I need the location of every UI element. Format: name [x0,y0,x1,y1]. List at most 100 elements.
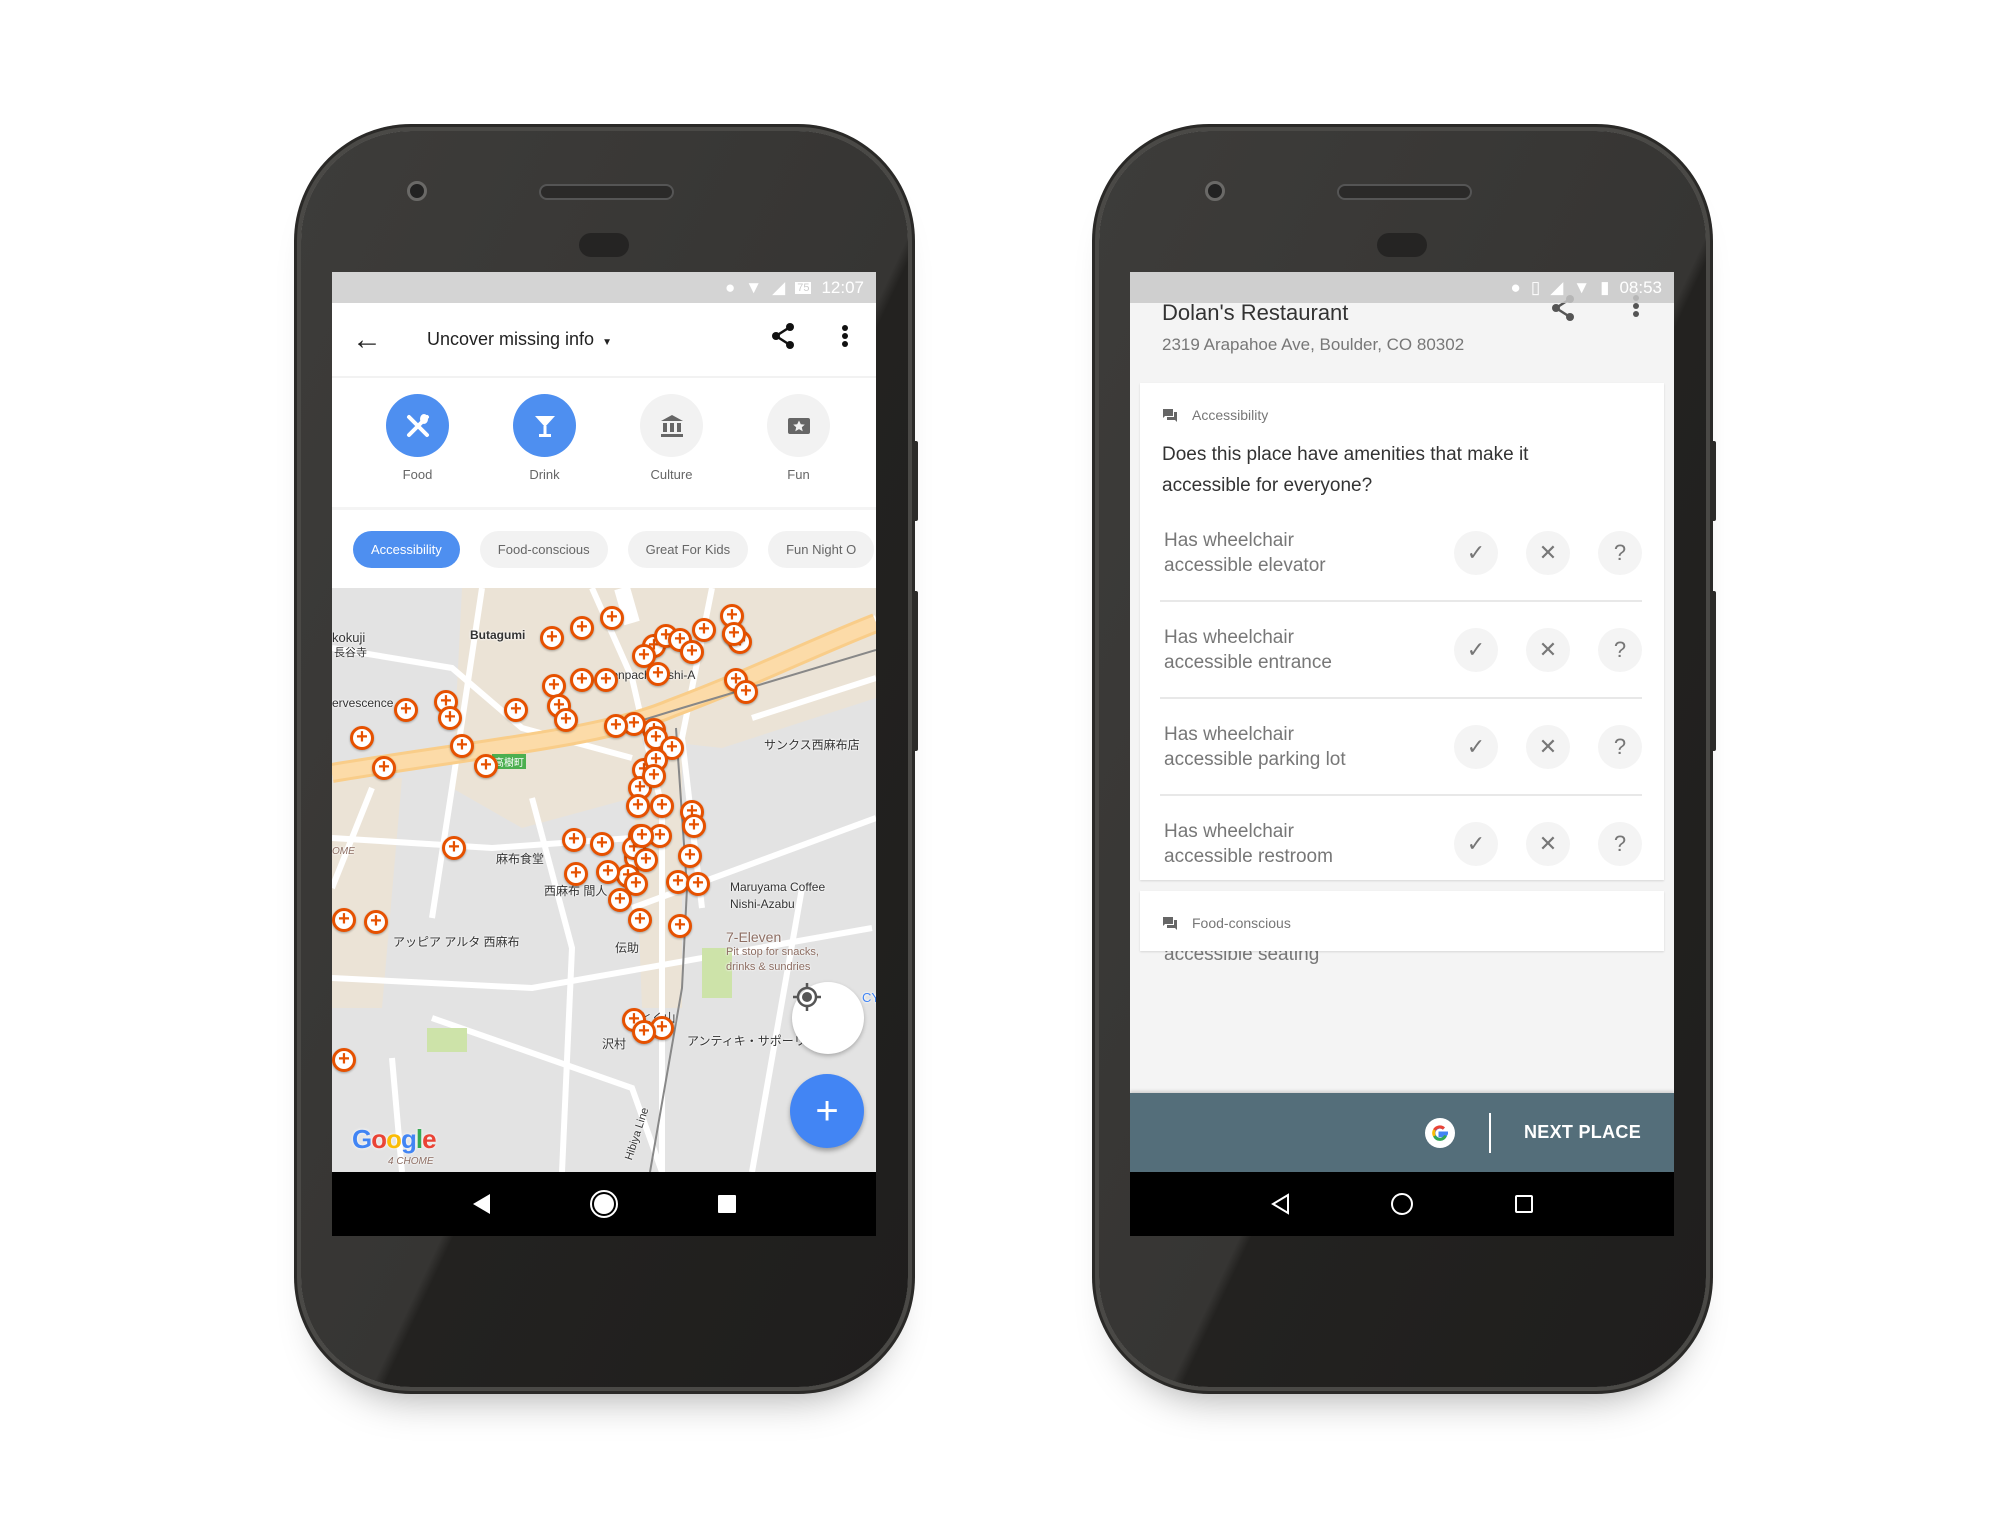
add-info-pin[interactable]: + [650,794,674,818]
front-camera [407,181,427,201]
add-info-pin[interactable]: + [438,706,462,730]
amenity-row: Has wheelchair accessible parking lot ✓ ✕? [1160,699,1642,796]
chip-fun-night-out[interactable]: Fun Night O [768,530,875,568]
amenity-line1: Has wheelchair [1164,529,1294,551]
power-button [912,441,918,521]
amenity-row: Has wheelchair accessible restroom ✓ ✕? [1160,796,1642,893]
my-location-button[interactable] [792,982,864,1054]
add-info-pin[interactable]: + [554,708,578,732]
category-drink[interactable]: Drink [481,378,608,507]
add-info-pin[interactable]: + [630,824,654,848]
answer-unsure-button[interactable]: ? [1598,627,1642,672]
add-info-pin[interactable]: + [632,1020,656,1044]
add-info-pin[interactable]: + [350,726,374,750]
nav-back-icon[interactable] [1269,1192,1291,1216]
amenity-label: Has wheelchair accessible restroom [1160,819,1426,869]
chip-accessibility[interactable]: Accessibility [353,530,460,568]
category-food[interactable]: Food [354,378,481,507]
add-info-pin[interactable]: + [332,1048,356,1072]
answer-yes-button[interactable]: ✓ [1454,627,1498,672]
add-info-pin[interactable]: + [372,756,396,780]
add-info-pin[interactable]: + [570,668,594,692]
clock: 08:53 [1619,277,1662,297]
category-culture[interactable]: Culture [608,378,735,507]
add-info-pin[interactable]: + [570,616,594,640]
answer-no-button[interactable]: ✕ [1526,821,1570,866]
add-info-pin[interactable]: + [604,714,628,738]
add-info-pin[interactable]: + [600,606,624,630]
more-vert-icon[interactable] [814,324,876,355]
add-info-pin[interactable]: + [686,872,710,896]
share-icon[interactable] [752,322,814,357]
add-info-pin[interactable]: + [364,910,388,934]
nav-home-icon[interactable] [1389,1191,1415,1217]
amenity-label: Has wheelchair accessible elevator [1160,528,1426,578]
add-info-pin[interactable]: + [678,844,702,868]
add-info-pin[interactable]: + [628,908,652,932]
add-info-pin[interactable]: + [590,832,614,856]
map-label: サンクス西麻布店 [764,738,860,752]
volume-button [912,591,918,751]
add-info-pin[interactable]: + [332,908,356,932]
map-view[interactable]: kokuji 長谷寺 Butagumi Gonpachi Nishi-A erv… [332,588,876,1172]
chip-food-conscious[interactable]: Food-conscious [479,530,608,568]
mode-dropdown[interactable]: Uncover missing info ▼ [427,329,752,350]
add-info-pin[interactable]: + [646,662,670,686]
card-section: Accessibility [1140,383,1664,423]
answer-yes-button[interactable]: ✓ [1454,724,1498,769]
museum-icon [640,394,703,457]
add-info-pin[interactable]: + [450,734,474,758]
next-place-button[interactable]: NEXT PLACE [1524,1122,1641,1143]
add-info-pin[interactable]: + [634,848,658,872]
add-info-pin[interactable]: + [562,828,586,852]
add-info-pin[interactable]: + [504,698,528,722]
add-info-pin[interactable]: + [692,618,716,642]
nav-back-icon[interactable] [470,1192,492,1216]
answer-yes-button[interactable]: ✓ [1454,530,1498,575]
category-label: Drink [529,467,560,482]
category-fun[interactable]: Fun [735,378,862,507]
add-info-pin[interactable]: + [722,622,746,646]
map-label: kokuji [332,630,366,645]
map-label: Nishi-Azabu [730,897,795,911]
add-info-pin[interactable]: + [626,794,650,818]
add-info-pin[interactable]: + [564,862,588,886]
add-info-pin[interactable]: + [540,626,564,650]
answer-no-button[interactable]: ✕ [1526,627,1570,672]
add-info-pin[interactable]: + [608,888,632,912]
answer-unsure-button[interactable]: ? [1598,724,1642,769]
answer-yes-button[interactable]: ✓ [1454,821,1498,866]
answer-unsure-button[interactable]: ? [1598,821,1642,866]
food-conscious-card[interactable]: Food-conscious [1140,891,1664,951]
add-info-pin[interactable]: + [734,680,758,704]
add-info-pin[interactable]: + [682,814,706,838]
map-label: 4 CHOME [388,1156,434,1167]
add-info-pin[interactable]: + [442,836,466,860]
answer-no-button[interactable]: ✕ [1526,724,1570,769]
answer-no-button[interactable]: ✕ [1526,530,1570,575]
add-info-pin[interactable]: + [594,668,618,692]
add-info-pin[interactable]: + [668,914,692,938]
nav-recents-icon[interactable] [1513,1193,1535,1215]
battery-icon: 75 [795,281,812,294]
add-place-fab[interactable]: + [790,1074,864,1148]
chip-great-for-kids[interactable]: Great For Kids [627,530,749,568]
forum-icon [1163,916,1177,930]
front-camera [1205,181,1225,201]
earpiece [1337,184,1472,200]
add-info-pin[interactable]: + [596,860,620,884]
add-info-pin[interactable]: + [474,754,498,778]
back-arrow-icon[interactable]: ← [332,323,402,357]
sensor [1377,233,1427,257]
nav-recents-icon[interactable] [716,1193,738,1215]
place-name: Dolan's Restaurant [1162,300,1349,325]
add-info-pin[interactable]: + [642,764,666,788]
answer-unsure-button[interactable]: ? [1598,530,1642,575]
toolbar-title: Uncover missing info [427,329,595,349]
nav-home-icon[interactable] [589,1189,619,1219]
wifi-icon: ▼ [745,277,763,297]
add-info-pin[interactable]: + [394,698,418,722]
status-bar: ● ▼ ◢ 75 12:07 [332,272,876,303]
clock: 12:07 [821,277,864,297]
add-info-pin[interactable]: + [680,640,704,664]
